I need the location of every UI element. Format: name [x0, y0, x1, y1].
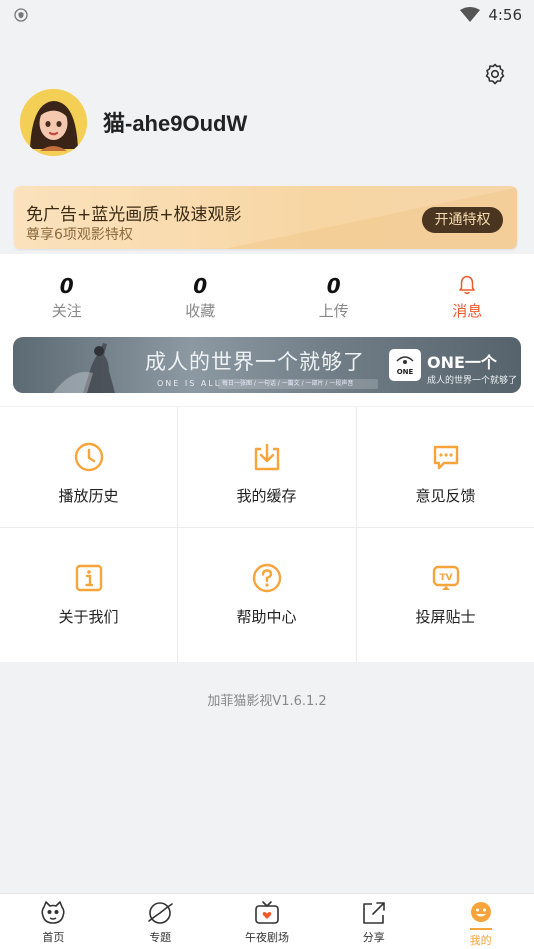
vip-open-button[interactable]: 开通特权 — [422, 207, 503, 233]
menu-item-help[interactable]: 帮助中心 — [178, 528, 355, 648]
info-icon — [75, 564, 102, 592]
menu-item-about[interactable]: 关于我们 — [0, 528, 177, 648]
banner-strip: 每日一张图 / 一句话 / 一篇文 / 一部片 / 一段声音 — [218, 379, 378, 389]
share-icon — [362, 902, 385, 924]
stat-label: 关注 — [51, 302, 82, 320]
promo-banner[interactable]: 成人的世界一个就够了 ONE IS ALL 每日一张图 / 一句话 / 一篇文 … — [13, 337, 521, 393]
cat-icon — [41, 901, 65, 924]
vip-title: 免广告+蓝光画质+极速观影 — [26, 205, 242, 225]
tab-topics[interactable]: 专题 — [107, 894, 214, 949]
banner-tagline: 成人的世界一个就够了 — [427, 376, 518, 386]
bottom-tab-bar: 首页 专题 午夜剧场 分享 我的 — [0, 893, 534, 949]
menu-item-cache[interactable]: 我的缓存 — [178, 407, 355, 527]
stat-value: 0 — [326, 274, 341, 298]
status-bar: 4:56 — [0, 0, 534, 30]
menu-label: 意见反馈 — [415, 487, 476, 505]
tab-mine[interactable]: 我的 — [427, 894, 534, 949]
stat-label: 收藏 — [185, 302, 216, 320]
stat-label: 消息 — [452, 302, 483, 320]
stat-uploads[interactable]: 0 上传 — [267, 254, 401, 334]
menu-label: 帮助中心 — [236, 608, 297, 626]
wifi-icon — [460, 7, 481, 22]
smile-icon — [470, 902, 491, 922]
planet-icon — [148, 902, 173, 924]
stat-messages[interactable]: 消息 — [401, 254, 534, 334]
menu-label: 投屏贴士 — [415, 608, 476, 626]
tab-midnight-theater[interactable]: 午夜剧场 — [214, 894, 321, 949]
banner-figure — [53, 343, 115, 393]
tab-share[interactable]: 分享 — [320, 894, 427, 949]
menu-label: 关于我们 — [58, 608, 119, 626]
tv-icon: TV — [432, 565, 459, 590]
one-logo-icon: ONE — [389, 349, 421, 381]
username: 猫-ahe9OudW — [103, 111, 248, 136]
tab-home[interactable]: 首页 — [0, 894, 107, 949]
one-logo-text: ONE — [396, 368, 414, 376]
active-tab-indicator — [469, 928, 492, 930]
download-icon — [254, 443, 279, 471]
banner-subtitle: ONE IS ALL — [157, 379, 222, 388]
vip-card[interactable]: 免广告+蓝光画质+极速观影 尊享6项观影特权 开通特权 — [14, 186, 517, 249]
clock-icon — [74, 442, 103, 472]
menu-item-history[interactable]: 播放历史 — [0, 407, 177, 527]
shield-icon — [14, 8, 28, 22]
status-time: 4:56 — [488, 6, 522, 24]
app-version: 加菲猫影视V1.6.1.2 — [207, 694, 327, 709]
stat-favorites[interactable]: 0 收藏 — [134, 254, 268, 334]
stat-value: 0 — [193, 274, 208, 298]
menu-label: 我的缓存 — [236, 487, 297, 505]
chat-icon — [433, 445, 458, 470]
bell-icon — [459, 275, 475, 295]
tab-label: 专题 — [149, 931, 172, 944]
banner-brand: ONE一个 — [427, 353, 497, 372]
tab-label: 首页 — [42, 931, 65, 944]
banner-headline: 成人的世界一个就够了 — [145, 350, 365, 374]
vip-subtitle: 尊享6项观影特权 — [26, 227, 133, 243]
stats-row: 0 关注 0 收藏 0 上传 消息 — [0, 254, 534, 334]
menu-item-feedback[interactable]: 意见反馈 — [357, 407, 534, 527]
menu-label: 播放历史 — [58, 487, 119, 505]
tv-heart-icon — [255, 901, 279, 924]
menu-item-cast-tips[interactable]: TV 投屏贴士 — [357, 528, 534, 648]
tab-label: 我的 — [469, 934, 492, 947]
banner-section: 成人的世界一个就够了 ONE IS ALL 每日一张图 / 一句话 / 一篇文 … — [0, 334, 534, 406]
svg-text:TV: TV — [439, 573, 452, 583]
gear-icon[interactable] — [483, 62, 507, 86]
stat-value: 0 — [59, 274, 74, 298]
help-icon — [252, 563, 281, 593]
avatar[interactable] — [20, 89, 87, 156]
stat-following[interactable]: 0 关注 — [0, 254, 134, 334]
stat-label: 上传 — [318, 302, 349, 320]
menu-grid: 播放历史 我的缓存 意见反馈 关于我们 帮助中心 TV 投屏贴士 — [0, 407, 534, 662]
tab-label: 午夜剧场 — [244, 931, 289, 944]
tab-label: 分享 — [362, 931, 385, 944]
